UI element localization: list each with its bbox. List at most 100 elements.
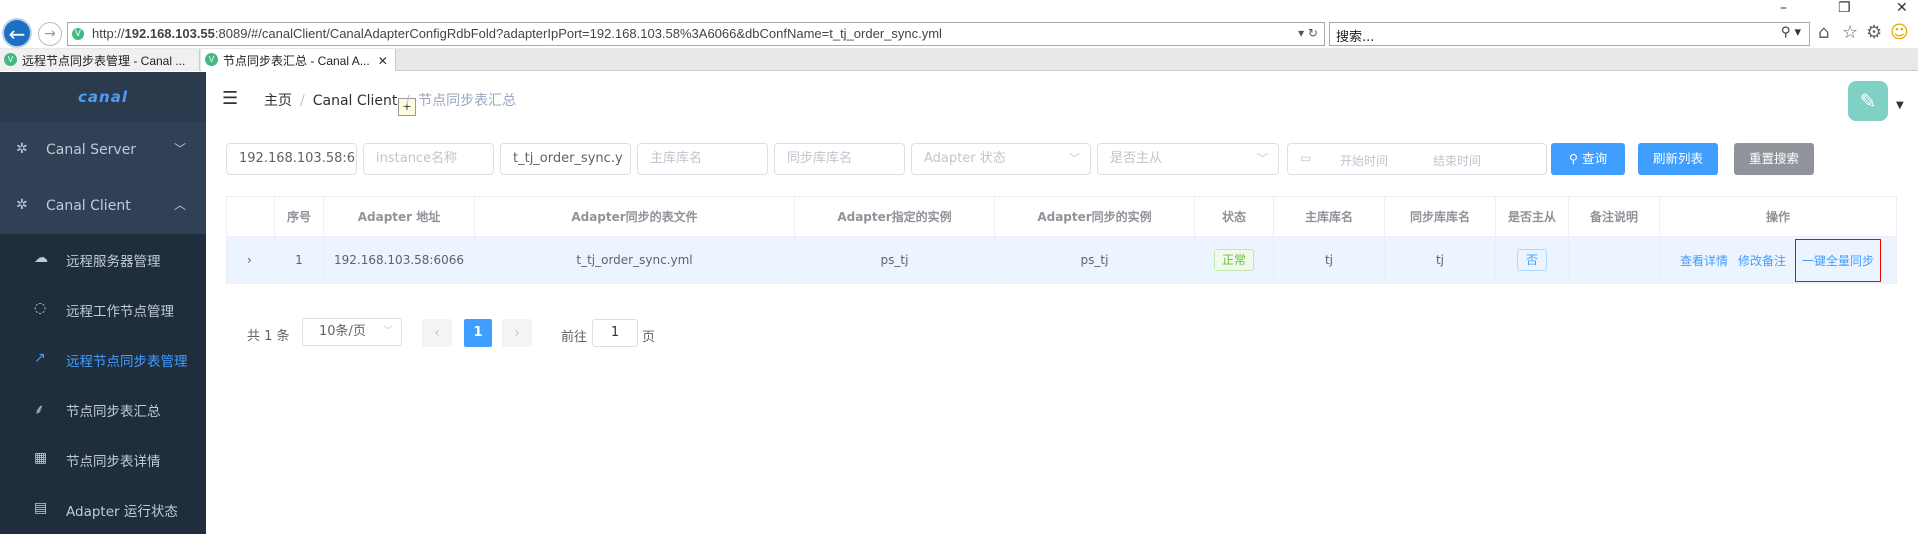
cell-sync-instance: ps_tj xyxy=(994,236,1195,284)
col-instance: Adapter指定的实例 xyxy=(794,196,995,237)
master-db-input[interactable]: 主库库名 xyxy=(637,143,768,175)
sidebar-item-remote-servers[interactable]: ☁ 远程服务器管理 xyxy=(0,234,206,284)
view-detail-link[interactable]: 查看详情 xyxy=(1680,254,1728,268)
browser-tabs: V 远程节点同步表管理 - Canal ... V 节点同步表汇总 - Canal … xyxy=(0,48,1918,116)
menu-label: Canal Client xyxy=(46,198,131,214)
adapter-ip-input[interactable]: 192.168.103.58:6 xyxy=(226,143,357,175)
expand-row-icon[interactable]: › xyxy=(226,236,275,284)
menu-canal-client[interactable]: ✲ Canal Client ︿ xyxy=(0,178,206,234)
col-remark: 备注说明 xyxy=(1568,196,1660,237)
close-window-icon[interactable]: ✕ xyxy=(1896,0,1908,16)
sidebar-item-remote-sync-tables[interactable]: ↗ 远程节点同步表管理 xyxy=(0,334,206,384)
edit-remark-link[interactable]: 修改备注 xyxy=(1738,254,1786,268)
sync-table: 序号 Adapter 地址 Adapter同步的表文件 Adapter指定的实例… xyxy=(226,196,1897,284)
col-master-db: 主库库名 xyxy=(1273,196,1385,237)
breadcrumb-home[interactable]: 主页 xyxy=(264,93,292,109)
settings-icon[interactable]: ⚙ xyxy=(1866,22,1882,43)
full-sync-link[interactable]: 一键全量同步 xyxy=(1802,254,1874,268)
vue-favicon-icon: V xyxy=(205,53,218,66)
gear-icon: ✲ xyxy=(16,197,28,213)
cell-is-master: 否 xyxy=(1495,236,1569,284)
sidebar-item-label: 远程工作节点管理 xyxy=(66,304,174,320)
col-sync-db: 同步库库名 xyxy=(1384,196,1496,237)
sidebar-item-adapter-status[interactable]: ▤ Adapter 运行状态 xyxy=(0,484,206,534)
instance-input[interactable]: instance名称 xyxy=(363,143,494,175)
adapter-status-select[interactable]: Adapter 状态 ﹀ xyxy=(911,143,1091,175)
chat-icon: ◌ xyxy=(34,300,47,316)
refresh-icon[interactable]: ▾ ↻ xyxy=(1298,26,1318,40)
cell-instance: ps_tj xyxy=(794,236,995,284)
is-master-select[interactable]: 是否主从 ﹀ xyxy=(1097,143,1279,175)
sidebar-item-label: 远程服务器管理 xyxy=(66,254,161,270)
sidebar-item-label: Adapter 运行状态 xyxy=(66,504,178,520)
chevron-down-icon: ﹀ xyxy=(1257,152,1268,165)
hamburger-icon[interactable]: ☰ xyxy=(222,88,238,109)
document-icon: ▤ xyxy=(34,500,48,516)
browser-search-input[interactable]: 搜索... ⚲ ▾ xyxy=(1329,22,1810,46)
cell-file: t_tj_order_sync.yml xyxy=(474,236,795,284)
sidebar-item-label: 节点同步表详情 xyxy=(66,454,161,470)
smiley-icon[interactable]: ☺ xyxy=(1890,22,1909,43)
home-icon[interactable]: ⌂ xyxy=(1818,22,1829,43)
cloud-icon: ☁ xyxy=(34,250,48,266)
favorites-icon[interactable]: ☆ xyxy=(1842,22,1858,43)
calendar-icon: ▭ xyxy=(1300,151,1312,165)
col-file: Adapter同步的表文件 xyxy=(474,196,795,237)
start-date-input[interactable]: 开始时间 xyxy=(1340,152,1388,169)
cell-status: 正常 xyxy=(1194,236,1274,284)
col-index: 序号 xyxy=(274,196,324,237)
restore-icon[interactable]: ❐ xyxy=(1838,0,1851,16)
vue-favicon-icon: V xyxy=(4,53,17,66)
col-status: 状态 xyxy=(1194,196,1274,237)
minimize-icon[interactable]: – xyxy=(1780,0,1787,16)
sidebar-item-sync-detail[interactable]: ▦ 节点同步表详情 xyxy=(0,434,206,484)
sidebar-item-remote-nodes[interactable]: ◌ 远程工作节点管理 xyxy=(0,284,206,334)
sidebar-item-sync-summary[interactable]: ⸙ 节点同步表汇总 xyxy=(0,384,206,434)
page-size-select[interactable]: 10条/页 ﹀ xyxy=(302,318,402,346)
chevron-up-icon: ︿ xyxy=(173,198,186,212)
col-expand xyxy=(226,196,275,237)
query-button[interactable]: ⚲ 查询 xyxy=(1551,143,1625,175)
search-placeholder: 搜索... xyxy=(1336,30,1375,45)
cell-master-db: tj xyxy=(1273,236,1385,284)
vue-favicon-icon: V xyxy=(72,28,84,40)
browser-toolbar: – ❐ ✕ ← → V http://192.168.103.55:8089/#… xyxy=(0,0,1918,48)
browser-tab-2[interactable]: V 节点同步表汇总 - Canal A... ✕ xyxy=(201,49,396,71)
pagination-total: 共 1 条 xyxy=(247,329,290,344)
next-page-button[interactable]: › xyxy=(502,319,532,347)
address-bar[interactable]: V http://192.168.103.55:8089/#/canalClie… xyxy=(67,22,1325,46)
sync-db-input[interactable]: 同步库库名 xyxy=(774,143,905,175)
caret-down-icon[interactable]: ▼ xyxy=(1896,100,1904,111)
chevron-down-icon: ﹀ xyxy=(1069,152,1080,165)
col-sync-instance: Adapter同步的实例 xyxy=(994,196,1195,237)
menu-label: Canal Server xyxy=(46,142,137,158)
breadcrumb: 主页 / Canal Client / 节点同步表汇总 xyxy=(264,93,517,109)
breadcrumb-canal-client[interactable]: Canal Client xyxy=(313,93,398,109)
page-number-button[interactable]: 1 xyxy=(464,319,492,347)
avatar[interactable]: ✎ xyxy=(1848,81,1888,121)
select-placeholder: 是否主从 xyxy=(1110,151,1163,166)
sidebar: canal ✲ Canal Server ﹀ ✲ Canal Client ︿ … xyxy=(0,72,206,534)
goto-label: 前往 xyxy=(561,330,588,345)
breadcrumb-current: 节点同步表汇总 xyxy=(418,93,517,109)
select-placeholder: Adapter 状态 xyxy=(924,151,1006,166)
date-range-picker[interactable]: ▭ 开始时间 结束时间 xyxy=(1287,143,1547,175)
query-label: 查询 xyxy=(1582,151,1608,166)
status-badge: 正常 xyxy=(1213,249,1254,271)
page-size-value: 10条/页 xyxy=(319,324,366,339)
goto-page-input[interactable]: 1 xyxy=(592,319,638,347)
full-sync-highlight: 一键全量同步 xyxy=(1795,238,1882,282)
menu-canal-server[interactable]: ✲ Canal Server ﹀ xyxy=(0,122,206,178)
back-button[interactable]: ← xyxy=(2,18,32,48)
refresh-list-button[interactable]: 刷新列表 xyxy=(1638,143,1718,175)
close-tab-icon[interactable]: ✕ xyxy=(378,54,388,68)
end-date-input[interactable]: 结束时间 xyxy=(1433,152,1481,169)
chevron-down-icon: ﹀ xyxy=(383,326,393,337)
search-icon[interactable]: ⚲ ▾ xyxy=(1781,25,1801,40)
reset-search-button[interactable]: 重置搜索 xyxy=(1734,143,1814,175)
cell-sync-db: tj xyxy=(1384,236,1496,284)
browser-tab-1[interactable]: V 远程节点同步表管理 - Canal ... xyxy=(0,49,200,71)
prev-page-button[interactable]: ‹ xyxy=(422,319,452,347)
conf-file-input[interactable]: t_tj_order_sync.y xyxy=(500,143,631,175)
forward-button[interactable]: → xyxy=(38,22,62,46)
